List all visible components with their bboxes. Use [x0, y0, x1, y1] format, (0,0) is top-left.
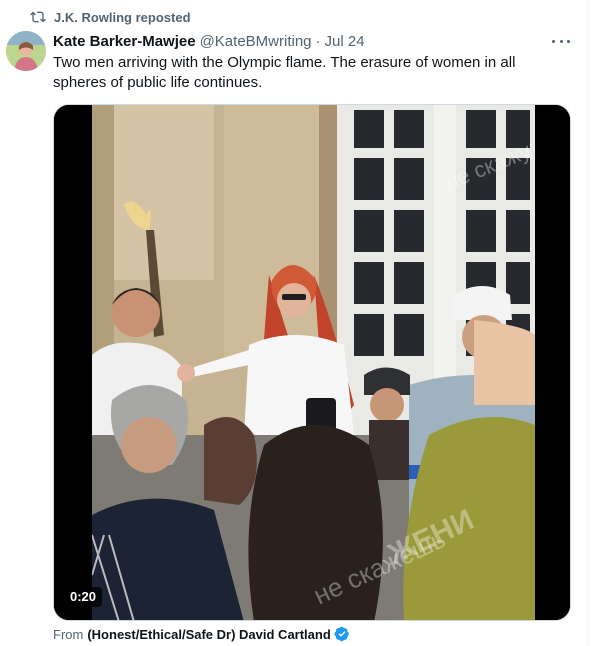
- tweet-text: Two men arriving with the Olympic flame.…: [53, 54, 516, 91]
- source-attribution: From (Honest/Ethical/Safe Dr) David Cart…: [53, 625, 350, 643]
- repost-label: J.K. Rowling reposted: [54, 9, 191, 25]
- repost-context[interactable]: J.K. Rowling reposted: [30, 8, 191, 26]
- tweet-header: Kate Barker-Mawjee @KateBMwriting · Jul …: [53, 31, 571, 51]
- author-handle[interactable]: @KateBMwriting: [200, 33, 312, 50]
- tweet-date[interactable]: Jul 24: [325, 33, 365, 50]
- more-options-icon[interactable]: [552, 33, 570, 49]
- separator: ·: [315, 32, 321, 50]
- verified-badge-icon: [334, 626, 350, 642]
- timeline-divider: [587, 0, 588, 646]
- source-author-link[interactable]: (Honest/Ethical/Safe Dr) David Cartland: [87, 627, 330, 642]
- author-name[interactable]: Kate Barker-Mawjee: [53, 33, 196, 50]
- from-label: From: [53, 626, 84, 642]
- video-player[interactable]: не скажу ЖЕНИ не скажешь 0:20: [53, 104, 571, 621]
- video-frame: не скажу ЖЕНИ не скажешь: [54, 105, 570, 620]
- avatar[interactable]: [6, 31, 46, 71]
- repost-icon: [30, 9, 46, 25]
- video-duration: 0:20: [64, 587, 103, 607]
